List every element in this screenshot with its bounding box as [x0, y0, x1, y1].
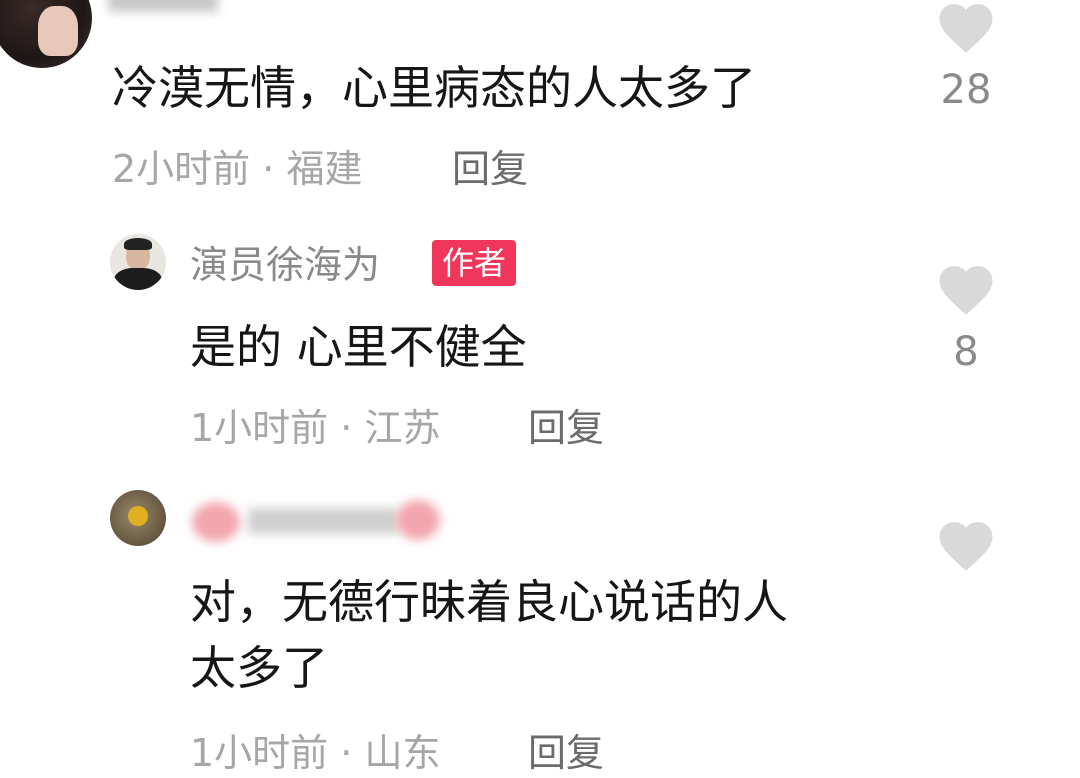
- username-blurred[interactable]: [186, 492, 446, 550]
- avatar[interactable]: [110, 490, 166, 546]
- heart-icon: [939, 522, 993, 571]
- reply-button[interactable]: 回复: [528, 734, 604, 772]
- comment-text-line-2: 太多了: [190, 641, 328, 695]
- comment-3: 对，无德行昧着良心说话的人 太多了 1小时前 · 山东 回复: [0, 0, 1080, 778]
- comment-text-line-1: 对，无德行昧着良心说话的人: [190, 575, 788, 629]
- meta-separator: ·: [328, 731, 365, 775]
- comment-time: 1小时前: [190, 731, 329, 775]
- comment-meta: 1小时前 · 山东: [190, 734, 440, 772]
- like-button[interactable]: [931, 520, 1001, 572]
- comment-location: 山东: [364, 731, 441, 775]
